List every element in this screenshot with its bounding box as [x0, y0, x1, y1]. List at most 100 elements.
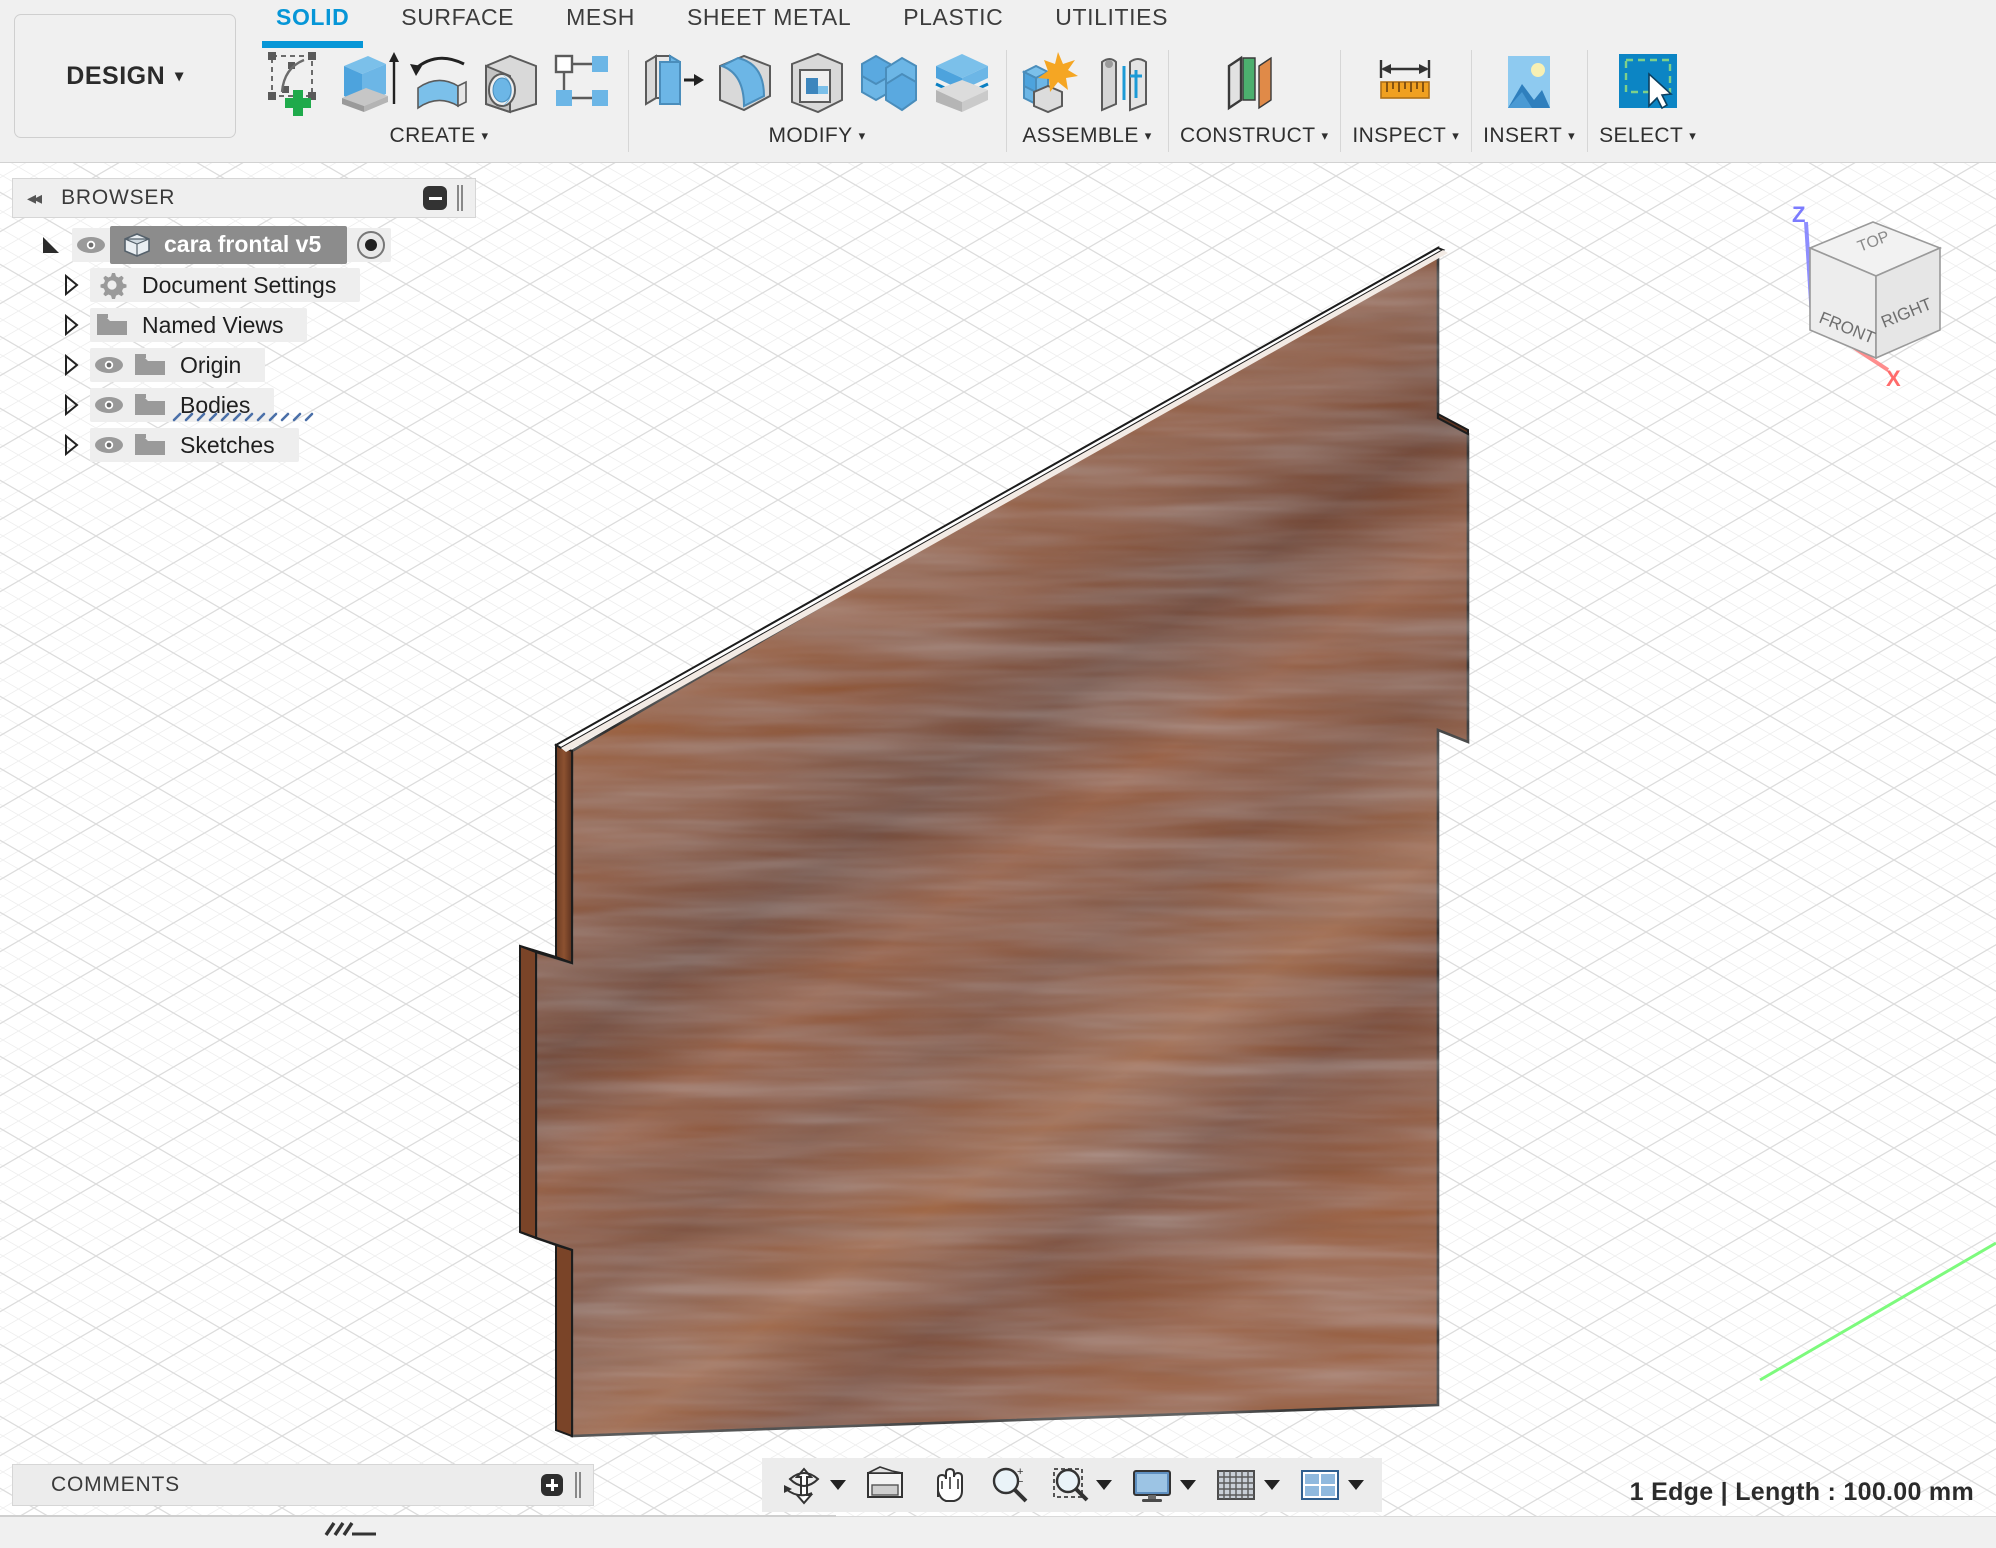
radio-active-icon[interactable] — [357, 231, 385, 259]
browser-tree: cara frontal v5 Docum — [12, 218, 476, 464]
minus-circle-icon[interactable] — [423, 186, 447, 210]
panel-select: SELECT ▾ — [1587, 42, 1708, 162]
panel-construct-tools — [1221, 42, 1287, 124]
panel-assemble-label[interactable]: ASSEMBLE ▾ — [1022, 124, 1151, 148]
resize-grip-icon[interactable] — [575, 1472, 585, 1498]
hole-icon[interactable] — [478, 48, 544, 120]
eye-icon[interactable] — [90, 356, 128, 374]
tab-utilities-label: UTILITIES — [1055, 4, 1168, 31]
navigation-toolbar: + − — [762, 1458, 1382, 1512]
chevron-down-icon[interactable] — [1348, 1480, 1364, 1490]
expand-collapse-icon[interactable] — [38, 232, 64, 258]
fusion360-window: DESIGN ▾ SOLID SURFACE MESH SHEET METAL … — [0, 0, 1996, 1548]
chevron-down-icon: ▾ — [482, 128, 489, 144]
tab-surface[interactable]: SURFACE — [375, 0, 540, 42]
extrude-icon[interactable] — [334, 48, 400, 120]
panel-assemble: ASSEMBLE ▾ — [1006, 42, 1168, 162]
panel-insert-label[interactable]: INSERT ▾ — [1483, 124, 1575, 148]
panel-assemble-title: ASSEMBLE — [1022, 124, 1138, 148]
chevron-down-icon: ▾ — [1568, 128, 1575, 144]
panel-insert-title: INSERT — [1483, 124, 1562, 148]
collapse-left-icon[interactable]: ◂◂ — [27, 188, 39, 209]
eye-icon[interactable] — [90, 396, 128, 414]
display-settings-button[interactable] — [1122, 1463, 1202, 1507]
expand-collapse-icon[interactable] — [58, 312, 84, 338]
insert-image-icon[interactable] — [1496, 48, 1562, 120]
tab-solid-label: SOLID — [276, 4, 349, 31]
shell-icon[interactable] — [784, 48, 850, 120]
select-cursor-icon[interactable] — [1615, 48, 1681, 120]
joint-icon[interactable] — [1090, 48, 1156, 120]
expand-collapse-icon[interactable] — [58, 432, 84, 458]
tree-label-named-views: Named Views — [134, 312, 291, 339]
orbit-button[interactable] — [774, 1463, 852, 1507]
panel-select-label[interactable]: SELECT ▾ — [1599, 124, 1696, 148]
gear-icon — [90, 269, 134, 301]
eye-icon[interactable] — [90, 436, 128, 454]
panel-construct-label[interactable]: CONSTRUCT ▾ — [1180, 124, 1328, 148]
new-component-icon[interactable] — [1018, 48, 1084, 120]
chevron-down-icon[interactable] — [1180, 1480, 1196, 1490]
viewports-icon — [1296, 1463, 1346, 1507]
chevron-down-icon[interactable] — [1264, 1480, 1280, 1490]
timeline-divider — [0, 1515, 836, 1517]
panel-create-label[interactable]: CREATE ▾ — [390, 124, 489, 148]
plus-circle-icon[interactable] — [541, 1474, 563, 1496]
eye-icon[interactable] — [72, 236, 110, 254]
svg-text:−: − — [1017, 1476, 1023, 1488]
tree-label-sketches: Sketches — [172, 432, 283, 459]
revolve-icon[interactable] — [406, 48, 472, 120]
ribbon-tab-list: SOLID SURFACE MESH SHEET METAL PLASTIC U… — [250, 0, 1194, 42]
tab-sheet-metal[interactable]: SHEET METAL — [661, 0, 877, 42]
tree-row-named-views[interactable]: Named Views — [12, 306, 476, 344]
grid-snaps-button[interactable] — [1206, 1463, 1286, 1507]
view-cube[interactable]: Z X TOP FRONT RIGHT — [1748, 200, 1988, 400]
panel-construct-title: CONSTRUCT — [1180, 124, 1315, 148]
tab-solid[interactable]: SOLID — [250, 0, 375, 42]
folder-icon — [90, 312, 134, 338]
measure-icon[interactable] — [1373, 48, 1439, 120]
look-at-button[interactable] — [856, 1463, 914, 1507]
tree-row-origin[interactable]: Origin — [12, 346, 476, 384]
browser-header: ◂◂ BROWSER — [12, 178, 476, 218]
timeline-marker-icon[interactable] — [322, 1519, 382, 1545]
root-component-name-pill[interactable]: cara frontal v5 — [110, 226, 347, 264]
fit-button[interactable] — [1042, 1463, 1118, 1507]
comments-panel[interactable]: COMMENTS — [12, 1464, 594, 1506]
offset-plane-icon[interactable] — [1221, 48, 1287, 120]
tree-row-root-component[interactable]: cara frontal v5 — [12, 226, 476, 264]
press-pull-icon[interactable] — [640, 48, 706, 120]
viewports-button[interactable] — [1290, 1463, 1370, 1507]
pattern-icon[interactable] — [550, 48, 616, 120]
combine-icon[interactable] — [856, 48, 922, 120]
panel-modify-label[interactable]: MODIFY ▾ — [769, 124, 866, 148]
zoom-button[interactable]: + − — [980, 1463, 1038, 1507]
expand-collapse-icon[interactable] — [58, 352, 84, 378]
tab-utilities[interactable]: UTILITIES — [1029, 0, 1194, 42]
look-at-icon — [862, 1463, 908, 1507]
panel-inspect-label[interactable]: INSPECT ▾ — [1352, 124, 1459, 148]
fillet-icon[interactable] — [712, 48, 778, 120]
workspace-switcher-label: DESIGN — [66, 62, 165, 91]
panel-modify: MODIFY ▾ — [628, 42, 1006, 162]
chevron-down-icon[interactable] — [1096, 1480, 1112, 1490]
tree-row-document-settings[interactable]: Document Settings — [12, 266, 476, 304]
ribbon-panel-group: CREATE ▾ — [250, 42, 1996, 162]
chevron-down-icon: ▾ — [1145, 128, 1152, 144]
pan-button[interactable] — [918, 1463, 976, 1507]
tab-mesh[interactable]: MESH — [540, 0, 661, 42]
panel-select-tools — [1615, 42, 1681, 124]
split-body-icon[interactable] — [928, 48, 994, 120]
resize-grip-icon[interactable] — [457, 185, 467, 211]
panel-create-tools — [262, 42, 616, 124]
workspace-switcher-button[interactable]: DESIGN ▾ — [14, 14, 236, 138]
expand-collapse-icon[interactable] — [58, 392, 84, 418]
expand-collapse-icon[interactable] — [58, 272, 84, 298]
create-sketch-icon[interactable] — [262, 48, 328, 120]
tree-row-sketches[interactable]: Sketches — [12, 426, 476, 464]
tab-plastic[interactable]: PLASTIC — [877, 0, 1029, 42]
panel-construct: CONSTRUCT ▾ — [1168, 42, 1340, 162]
chevron-down-icon[interactable] — [830, 1480, 846, 1490]
tree-row-bodies[interactable]: Bodies — [12, 386, 476, 424]
chevron-down-icon: ▾ — [1452, 128, 1459, 144]
